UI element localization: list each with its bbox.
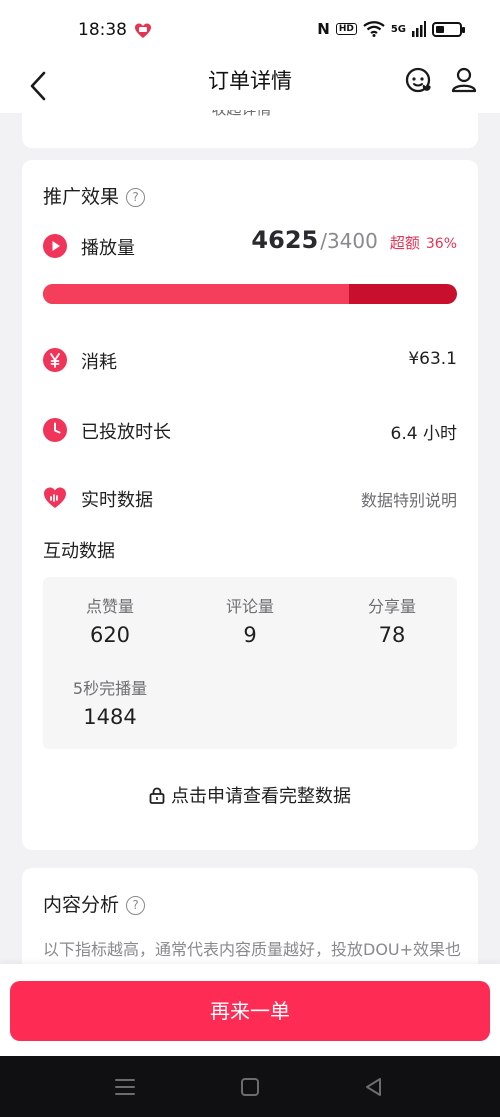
status-indicators: N HD 5G [317,20,465,38]
heart-pulse-icon [44,487,66,508]
reorder-button[interactable]: 再来一单 [10,981,490,1041]
duration-value: 6.4 小时 [390,424,457,444]
views-value: 4625 /3400 超额 36% [251,226,457,254]
cost-label: 消耗 [81,352,117,373]
customer-service-icon [405,67,431,93]
clock-icon [43,418,67,442]
menu-icon[interactable] [113,1076,137,1098]
system-nav-bar [0,1056,500,1117]
realtime-row: 实时数据 数据特别说明 [43,484,457,516]
cost-row: 消耗 ¥63.1 [43,346,457,378]
stat-label: 5秒完播量 [72,679,148,698]
over-target-percent: 36% [425,236,457,252]
stat-value: 9 [243,623,257,647]
battery-level [436,25,444,33]
request-full-data-link[interactable]: 点击申请查看完整数据 [22,782,478,808]
collapse-details-link[interactable]: 收起详情 ^ [22,110,478,119]
duration-row: 已投放时长 6.4 小时 [43,416,457,448]
play-icon [43,234,67,258]
status-bar: 18:38 N HD 5G [0,0,500,62]
nav-bar: 订单详情 [0,55,500,113]
views-label: 播放量 [81,238,135,259]
order-details-card: 收起详情 ^ [22,110,478,148]
stat-label: 评论量 [225,597,274,616]
help-icon[interactable]: ? [126,188,146,207]
interaction-title: 互动数据 [43,541,115,562]
stat-value: 1484 [83,705,137,729]
yen-icon [43,348,67,372]
app-badge-icon [135,23,151,38]
cost-value: ¥63.1 [408,349,457,369]
data-notes-link[interactable]: 数据特别说明 [361,487,457,511]
views-row: 播放量 4625 /3400 超额 36% [43,226,457,264]
analysis-title-row: 内容分析? [43,890,146,917]
home-icon[interactable] [238,1076,262,1098]
views-target: /3400 [320,229,378,253]
interaction-stats: 点赞量 620 评论量 9 分享量 78 5秒完播量 1484 [43,577,457,749]
stat-value: 620 [89,623,131,647]
stat-label: 分享量 [367,597,416,616]
back-triangle-icon[interactable] [362,1076,386,1098]
nfc-icon: N [317,20,330,38]
stat-shares: 分享量 78 [327,593,457,647]
help-icon[interactable]: ? [126,896,146,915]
duration-label: 已投放时长 [81,422,171,443]
views-current: 4625 [251,226,319,254]
views-progress-bar [43,284,457,304]
signal-icon [412,21,426,37]
promotion-effect-card: 推广效果? 播放量 4625 /3400 超额 36% 消耗 ¥63.1 已投放… [22,160,478,850]
promotion-title: 推广效果 [43,186,120,208]
lock-icon [149,787,165,804]
user-icon [451,67,477,93]
stat-label: 点赞量 [85,597,134,616]
stat-value: 78 [378,623,406,647]
status-time: 18:38 [78,20,127,40]
network-type: 5G [390,23,406,35]
stat-comments: 评论量 9 [185,593,315,647]
analysis-title: 内容分析 [43,894,120,916]
request-full-data-label: 点击申请查看完整数据 [171,786,351,807]
over-target-label: 超额 [389,234,420,252]
customer-service-button[interactable] [402,63,436,97]
wifi-icon [363,21,385,37]
views-progress-fill [43,284,350,304]
promotion-title-row: 推广效果? [43,182,146,209]
hd-voice-icon: HD [335,23,357,35]
stat-likes: 点赞量 620 [45,593,175,647]
profile-button[interactable] [448,63,480,97]
realtime-label: 实时数据 [81,490,153,511]
stat-5s-completions: 5秒完播量 1484 [45,675,175,729]
bottom-action-bar: 再来一单 [0,964,500,1056]
battery-icon [432,21,465,37]
